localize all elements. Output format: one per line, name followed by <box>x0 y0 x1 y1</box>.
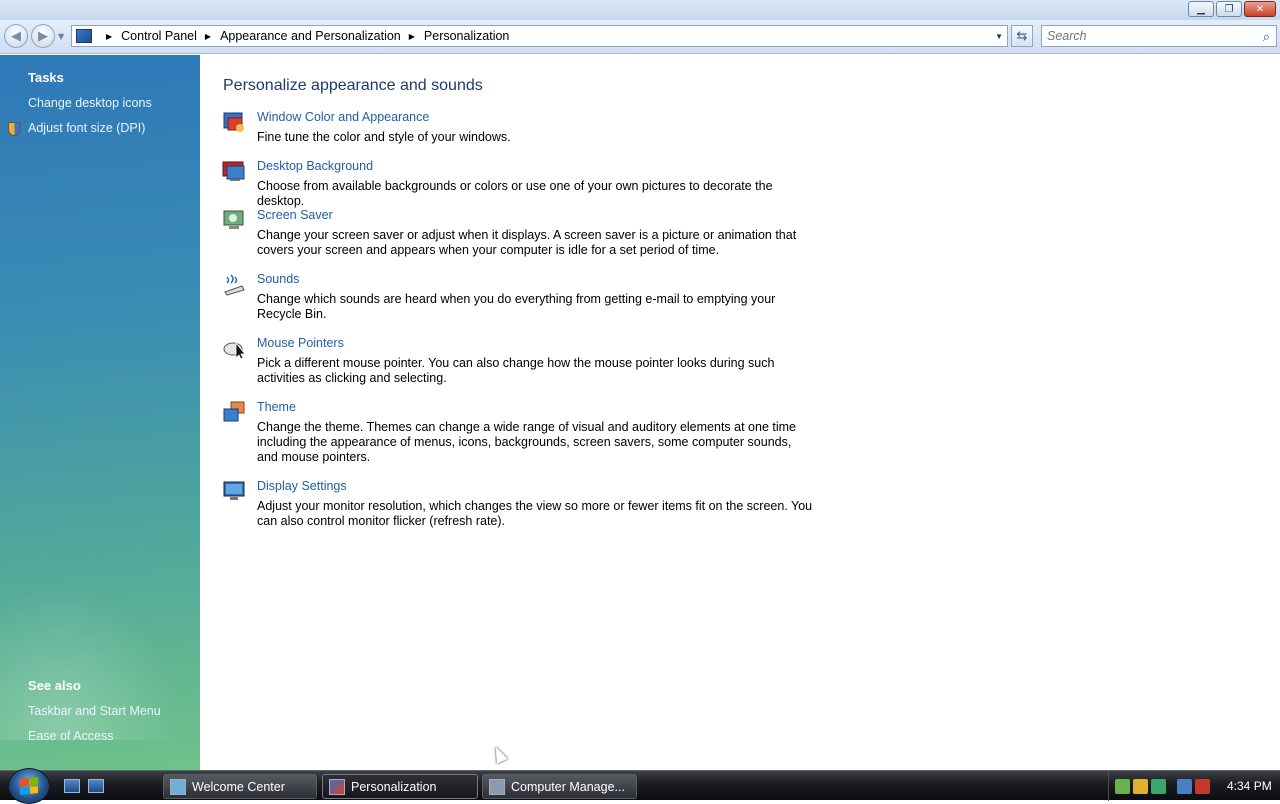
windows-logo-icon <box>20 777 38 795</box>
see-also-link-taskbar[interactable]: Taskbar and Start Menu <box>28 704 161 718</box>
address-bar[interactable]: ▶ Control Panel ▶ Appearance and Persona… <box>71 25 1008 47</box>
see-also-heading: See also <box>28 678 81 693</box>
desc-desktop-background: Choose from available backgrounds or col… <box>257 179 773 208</box>
switch-windows-icon[interactable] <box>88 779 104 793</box>
breadcrumb-personalization[interactable]: Personalization <box>424 29 509 43</box>
network-status-tray-icon[interactable] <box>1177 778 1192 794</box>
theme-icon <box>223 401 245 422</box>
welcome-center-icon <box>170 778 186 795</box>
security-shield-tray-icon[interactable] <box>1133 778 1148 794</box>
window-controls: ▁ ❐ ✕ <box>1188 1 1276 17</box>
personalization-icon <box>329 778 345 795</box>
refresh-icon: ⇆ <box>1016 28 1028 44</box>
search-box[interactable]: ⌕ <box>1041 25 1277 47</box>
address-dropdown-icon[interactable]: ▼ <box>995 32 1003 41</box>
task-link-adjust-font-size[interactable]: Adjust font size (DPI) <box>28 121 145 135</box>
task-link-change-desktop-icons[interactable]: Change desktop icons <box>28 96 152 110</box>
link-display-settings[interactable]: Display Settings <box>257 479 347 493</box>
main-content: Personalize appearance and sounds Window… <box>200 55 1280 770</box>
taskbar-button-label: Computer Manage... <box>511 779 625 794</box>
start-button[interactable] <box>8 768 50 804</box>
network-tray-icon[interactable] <box>1115 778 1130 794</box>
see-also-link-ease-of-access[interactable]: Ease of Access <box>28 729 113 743</box>
screen-saver-icon <box>223 210 244 229</box>
system-clock[interactable]: 4:34 PM <box>1227 779 1272 793</box>
search-icon[interactable]: ⌕ <box>1263 29 1270 45</box>
close-button[interactable]: ✕ <box>1244 1 1276 17</box>
tasks-heading: Tasks <box>28 70 64 85</box>
taskbar-button-welcome-center[interactable]: Welcome Center <box>163 774 317 799</box>
link-sounds[interactable]: Sounds <box>257 272 299 286</box>
taskbar: Welcome Center Personalization Computer … <box>0 768 1280 804</box>
show-desktop-icon[interactable] <box>64 779 80 793</box>
forward-arrow-icon: ▶ <box>38 28 48 44</box>
link-screen-saver[interactable]: Screen Saver <box>257 208 333 222</box>
search-input[interactable] <box>1047 29 1247 43</box>
control-panel-icon <box>76 29 92 43</box>
desc-window-color: Fine tune the color and style of your wi… <box>257 130 511 144</box>
desc-theme: Change the theme. Themes can change a wi… <box>257 420 796 464</box>
mouse-pointers-icon <box>223 341 246 360</box>
notification-area: 4:34 PM <box>1108 771 1280 801</box>
desktop-background-icon <box>222 161 245 181</box>
minimize-button[interactable]: ▁ <box>1188 1 1214 17</box>
page-title: Personalize appearance and sounds <box>223 77 483 94</box>
desc-sounds: Change which sounds are heard when you d… <box>257 292 776 321</box>
back-button[interactable]: ◀ <box>4 24 28 48</box>
windows-defender-tray-icon[interactable] <box>1151 778 1166 794</box>
taskbar-button-computer-management[interactable]: Computer Manage... <box>482 774 637 799</box>
link-mouse-pointers[interactable]: Mouse Pointers <box>257 336 344 350</box>
desc-display-settings: Adjust your monitor resolution, which ch… <box>257 499 813 528</box>
taskbar-button-label: Welcome Center <box>192 779 285 794</box>
breadcrumb-appearance-and-personalization[interactable]: Appearance and Personalization <box>220 29 401 43</box>
link-theme[interactable]: Theme <box>257 400 296 414</box>
chevron-right-icon[interactable]: ▶ <box>205 32 211 41</box>
window-title-bar: ▁ ❐ ✕ <box>0 0 1280 20</box>
sounds-icon <box>224 274 245 296</box>
desc-mouse-pointers: Pick a different mouse pointer. You can … <box>257 356 775 385</box>
display-settings-icon <box>223 481 245 500</box>
desc-screen-saver: Change your screen saver or adjust when … <box>257 228 797 257</box>
uac-shield-icon <box>8 122 21 136</box>
refresh-button[interactable]: ⇆ <box>1011 25 1033 47</box>
maximize-button[interactable]: ❐ <box>1216 1 1242 17</box>
taskbar-button-personalization[interactable]: Personalization <box>322 774 478 799</box>
link-window-color-and-appearance[interactable]: Window Color and Appearance <box>257 110 429 124</box>
navigation-bar: ◀ ▶ ▼ ▶ Control Panel ▶ Appearance and P… <box>0 20 1280 54</box>
back-arrow-icon: ◀ <box>11 28 21 44</box>
task-pane: Tasks Change desktop icons Adjust font s… <box>0 55 200 770</box>
volume-muted-tray-icon[interactable] <box>1195 778 1210 794</box>
computer-management-icon <box>489 778 505 795</box>
chevron-right-icon[interactable]: ▶ <box>106 32 112 41</box>
chevron-right-icon[interactable]: ▶ <box>409 32 415 41</box>
taskbar-button-label: Personalization <box>351 779 437 794</box>
window-color-icon <box>223 112 244 132</box>
link-desktop-background[interactable]: Desktop Background <box>257 159 373 173</box>
forward-button[interactable]: ▶ <box>31 24 55 48</box>
recent-pages-dropdown[interactable]: ▼ <box>58 32 64 41</box>
breadcrumb-control-panel[interactable]: Control Panel <box>121 29 197 43</box>
